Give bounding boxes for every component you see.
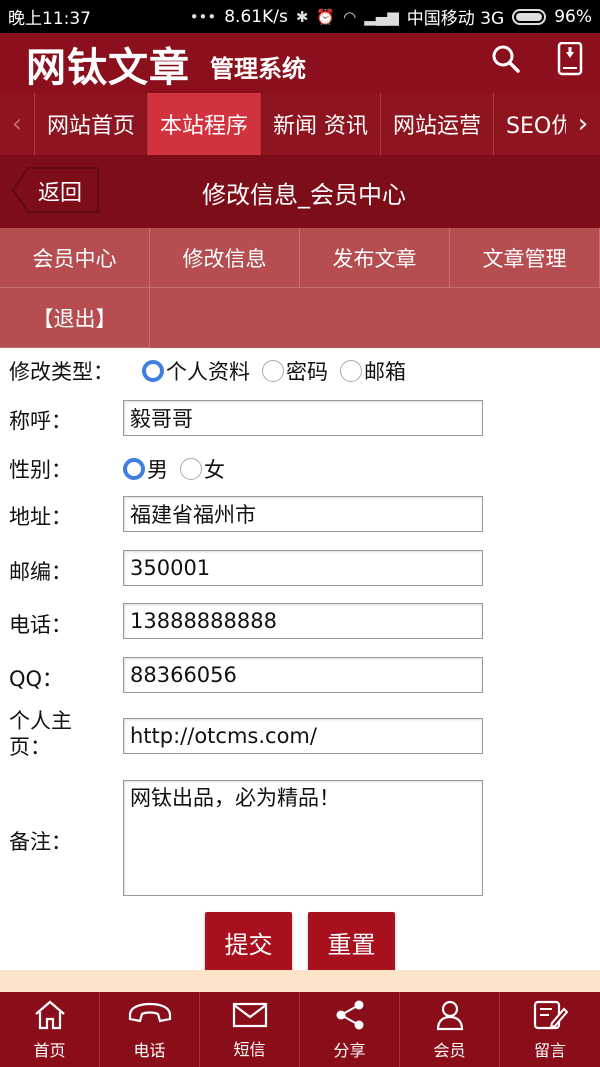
gender-label: 性别： — [9, 458, 72, 482]
search-icon — [492, 45, 520, 73]
nav-next-button[interactable]: › — [566, 93, 600, 155]
nickname-input[interactable] — [123, 400, 483, 436]
alarm-icon: ⏰ — [316, 7, 336, 26]
main-nav: ‹ 网站首页本站程序新闻 资讯网站运营SEO优化 › — [0, 93, 600, 155]
carrier-label: 中国移动 3G — [406, 9, 505, 29]
bottom-item-3[interactable]: 分享 — [300, 992, 400, 1067]
qq-label: QQ： — [9, 667, 64, 691]
submenu-item-0[interactable]: 会员中心 — [0, 228, 150, 288]
logo-subtitle: 管理系统 — [210, 55, 306, 83]
battery-icon — [512, 8, 547, 25]
chevron-left-icon: ‹ — [11, 109, 23, 139]
submenu-item-2[interactable]: 发布文章 — [300, 228, 450, 288]
mail-icon — [232, 1000, 268, 1036]
title-bar: 返回 修改信息_会员中心 — [0, 155, 600, 228]
type-option-2[interactable]: 邮箱 — [340, 356, 406, 386]
edit-icon — [532, 999, 569, 1037]
nav-item-3[interactable]: 网站运营 — [380, 93, 493, 155]
bottom-item-0[interactable]: 首页 — [0, 992, 100, 1067]
homepage-input[interactable] — [123, 718, 483, 754]
nav-prev-button[interactable]: ‹ — [0, 93, 34, 155]
logo-main: 网钛文章 — [26, 45, 190, 91]
nav-item-2[interactable]: 新闻 资讯 — [260, 93, 380, 155]
mobile-download-icon — [557, 42, 583, 76]
nickname-label: 称呼： — [9, 409, 72, 433]
bluetooth-icon: ✱ — [295, 7, 309, 26]
bottom-item-label: 短信 — [233, 1039, 266, 1059]
type-label: 修改类型： — [9, 360, 114, 384]
mobile-download-button[interactable] — [550, 39, 590, 79]
gender-option-label: 女 — [204, 458, 225, 482]
phone-label: 电话： — [9, 613, 72, 637]
homepage-label-line2: 页： — [9, 735, 51, 759]
nav-item-0[interactable]: 网站首页 — [34, 93, 147, 155]
type-option-label: 邮箱 — [364, 360, 406, 384]
radio-button[interactable] — [180, 458, 202, 480]
page-title: 修改信息_会员中心 — [202, 181, 406, 209]
bottom-item-label: 电话 — [133, 1040, 166, 1060]
footer-strip — [0, 970, 600, 992]
homepage-label-line1: 个人主 — [9, 709, 72, 733]
page: 晚上11:37 ••• 8.61K/s ✱ ⏰ ◠ ▂▄▆ 中国移动 3G 96… — [0, 0, 600, 1067]
search-button[interactable] — [486, 39, 526, 79]
signal-icon: ▂▄▆ — [364, 7, 399, 26]
type-option-0[interactable]: 个人资料 — [142, 356, 250, 386]
postcode-label: 邮编： — [9, 560, 72, 584]
bottom-item-label: 会员 — [433, 1040, 466, 1060]
radio-button[interactable] — [262, 360, 284, 382]
radio-button[interactable] — [142, 360, 164, 382]
submenu-item-3[interactable]: 文章管理 — [450, 228, 600, 288]
gender-option-0[interactable]: 男 — [123, 454, 168, 484]
wifi-icon: ◠ — [343, 7, 357, 26]
submit-button[interactable]: 提交 — [205, 912, 292, 972]
reset-button[interactable]: 重置 — [308, 912, 395, 972]
submenu-item-4[interactable]: 【退出】 — [0, 288, 150, 348]
type-option-label: 个人资料 — [166, 360, 250, 384]
chevron-right-icon: › — [577, 109, 589, 139]
bottom-item-1[interactable]: 电话 — [100, 992, 200, 1067]
qq-input[interactable] — [123, 657, 483, 693]
dots-icon: ••• — [189, 7, 217, 26]
user-icon — [434, 999, 466, 1037]
type-option-label: 密码 — [286, 360, 328, 384]
radio-button[interactable] — [123, 458, 145, 480]
app-header: 网钛文章 管理系统 — [0, 33, 600, 93]
member-submenu: 会员中心 修改信息 发布文章 文章管理【退出】 — [0, 228, 600, 348]
gender-option-label: 男 — [147, 458, 168, 482]
nav-item-1[interactable]: 本站程序 — [147, 93, 261, 155]
address-label: 地址： — [9, 505, 72, 529]
bottom-item-4[interactable]: 会员 — [400, 992, 500, 1067]
bottom-item-2[interactable]: 短信 — [200, 992, 300, 1067]
gender-option-1[interactable]: 女 — [180, 454, 225, 484]
status-time: 晚上11:37 — [8, 9, 91, 29]
type-radio-group: 个人资料 密码 邮箱 — [142, 356, 418, 386]
type-option-1[interactable]: 密码 — [262, 356, 328, 386]
postcode-input[interactable] — [123, 550, 483, 586]
homepage-label: 个人主 页： — [9, 708, 72, 760]
bottom-item-5[interactable]: 留言 — [500, 992, 600, 1067]
nav-item-4[interactable]: SEO优化 — [493, 93, 566, 155]
bottom-item-label: 分享 — [333, 1040, 366, 1060]
radio-button[interactable] — [340, 360, 362, 382]
bottom-toolbar: 首页 电话 短信 分享 会员 留言 — [0, 992, 600, 1067]
note-label: 备注： — [9, 830, 72, 854]
gender-radio-group: 男女 — [123, 454, 237, 484]
status-bar: 晚上11:37 ••• 8.61K/s ✱ ⏰ ◠ ▂▄▆ 中国移动 3G 96… — [0, 0, 600, 33]
phone-input[interactable] — [123, 603, 483, 639]
network-speed: 8.61K/s — [224, 6, 288, 27]
bottom-item-label: 留言 — [533, 1040, 566, 1060]
submenu-item-1[interactable]: 修改信息 — [150, 228, 300, 288]
nav-items: 网站首页本站程序新闻 资讯网站运营SEO优化 — [34, 93, 566, 155]
phone-icon — [126, 999, 174, 1037]
battery-level: 96% — [554, 6, 592, 27]
note-textarea[interactable]: 网钛出品，必为精品！ — [123, 780, 483, 896]
share-icon — [333, 999, 367, 1037]
bottom-item-label: 首页 — [33, 1040, 66, 1060]
address-input[interactable] — [123, 496, 483, 532]
home-icon — [33, 999, 67, 1037]
